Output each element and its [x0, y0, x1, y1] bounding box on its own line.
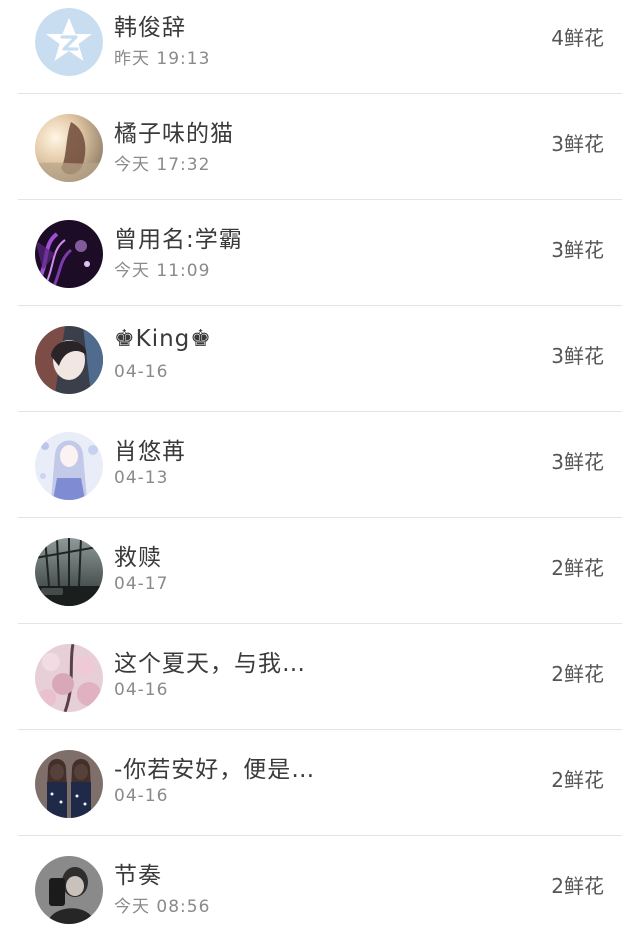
selfie-boy-photo-icon [35, 856, 103, 924]
contact-name: 肖悠苒 [114, 439, 186, 465]
flower-count: 2鲜花 [551, 662, 604, 686]
avatar[interactable] [35, 750, 103, 818]
contact-name: 这个夏天，与我… [114, 651, 306, 677]
flower-count: 3鲜花 [551, 132, 604, 156]
list-item[interactable]: 肖悠苒 04-13 3鲜花 [0, 412, 640, 518]
timestamp: 04-16 [114, 786, 169, 806]
flower-count: 3鲜花 [551, 344, 604, 368]
list-item[interactable]: -你若安好，便是… 04-16 2鲜花 [0, 730, 640, 836]
list-item[interactable]: 韩俊辞 昨天 19:13 4鲜花 [0, 0, 640, 94]
contact-name: 韩俊辞 [114, 15, 186, 41]
timestamp: 今天 17:32 [114, 155, 211, 175]
avatar[interactable] [35, 220, 103, 288]
list-item[interactable]: 橘子味的猫 今天 17:32 3鲜花 [0, 94, 640, 200]
flower-count: 3鲜花 [551, 238, 604, 262]
contact-name: ♚King♚ [114, 326, 212, 352]
timestamp: 04-17 [114, 574, 169, 594]
qq-default-avatar-icon [35, 8, 103, 76]
timestamp: 04-16 [114, 680, 169, 700]
contact-name: 曾用名:学霸 [114, 227, 243, 253]
list-item[interactable]: 救赎 04-17 2鲜花 [0, 518, 640, 624]
contact-name: -你若安好，便是… [114, 757, 316, 783]
list-item[interactable]: 这个夏天，与我… 04-16 2鲜花 [0, 624, 640, 730]
timestamp: 昨天 19:13 [114, 49, 211, 69]
flower-count: 3鲜花 [551, 450, 604, 474]
avatar[interactable] [35, 644, 103, 712]
flower-count: 2鲜花 [551, 768, 604, 792]
contact-name: 救赎 [114, 545, 162, 571]
avatar[interactable] [35, 538, 103, 606]
avatar[interactable] [35, 8, 103, 76]
purple-dark-art-icon [35, 220, 103, 288]
flower-count: 2鲜花 [551, 556, 604, 580]
timestamp: 04-16 [114, 362, 169, 382]
flower-ranking-list: 韩俊辞 昨天 19:13 4鲜花 橘子味的猫 今天 17:32 3鲜花 曾用名:… [0, 0, 640, 924]
bridge-city-photo-icon [35, 538, 103, 606]
avatar[interactable] [35, 326, 103, 394]
avatar[interactable] [35, 114, 103, 182]
list-item[interactable]: 节奏 今天 08:56 2鲜花 [0, 836, 640, 942]
flower-count: 2鲜花 [551, 874, 604, 898]
contact-name: 节奏 [114, 863, 162, 889]
anime-girl-blue-icon [35, 432, 103, 500]
timestamp: 今天 08:56 [114, 897, 211, 917]
contact-name: 橘子味的猫 [114, 121, 234, 147]
timestamp: 04-13 [114, 468, 169, 488]
list-item[interactable]: ♚King♚ 04-16 3鲜花 [0, 306, 640, 412]
two-girls-photo-icon [35, 750, 103, 818]
timestamp: 今天 11:09 [114, 261, 211, 281]
list-item[interactable]: 曾用名:学霸 今天 11:09 3鲜花 [0, 200, 640, 306]
avatar[interactable] [35, 856, 103, 924]
flower-count: 4鲜花 [551, 26, 604, 50]
sunset-hand-photo-icon [35, 114, 103, 182]
avatar[interactable] [35, 432, 103, 500]
cherry-blossom-photo-icon [35, 644, 103, 712]
girl-portrait-icon [35, 326, 103, 394]
